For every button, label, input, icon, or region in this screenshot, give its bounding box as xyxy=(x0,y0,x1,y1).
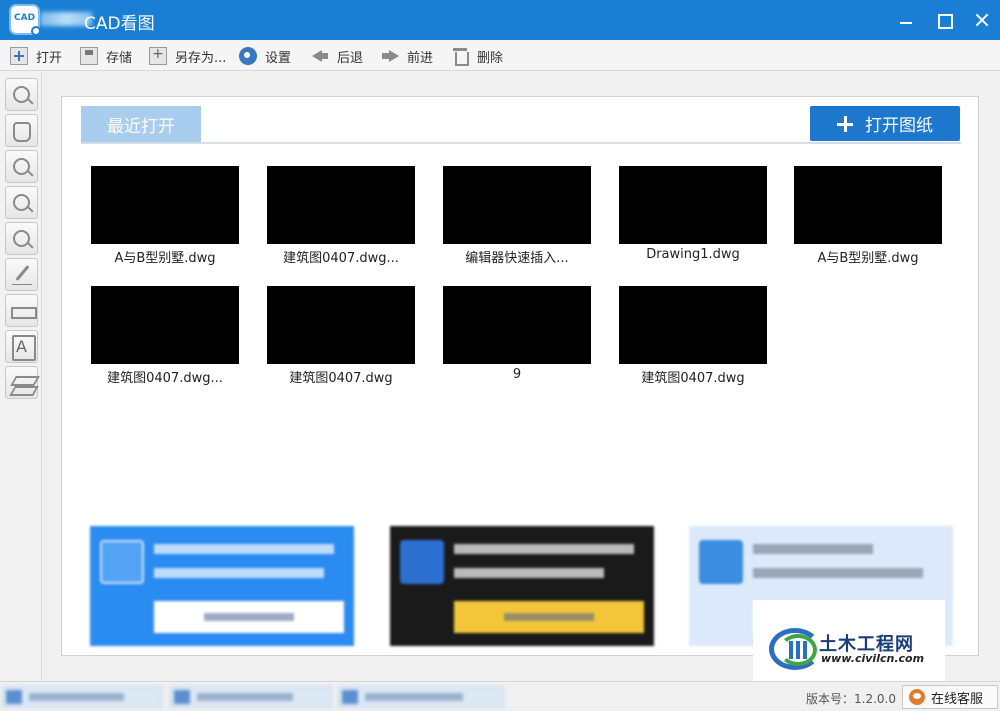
file-thumbnail xyxy=(91,166,239,244)
version-text: 版本号：1.2.0.0 xyxy=(806,692,896,706)
plus-icon xyxy=(837,115,853,132)
promo-button[interactable] xyxy=(454,601,644,633)
file-thumbnail xyxy=(443,286,591,364)
zoom-out-icon[interactable] xyxy=(5,222,38,255)
taskbar-item-blurred[interactable] xyxy=(2,686,162,708)
settings-label: 设置 xyxy=(265,50,292,66)
promo-banner[interactable] xyxy=(390,526,654,646)
recent-file-item[interactable]: A与B型别墅.dwg xyxy=(794,166,944,266)
tool-palette xyxy=(0,72,42,680)
forward-button[interactable]: 前进 xyxy=(381,45,433,67)
save-as-label: 另存为... xyxy=(175,50,227,66)
file-name: 建筑图0407.dwg xyxy=(641,371,745,386)
file-thumbnail xyxy=(794,166,942,244)
promo-button[interactable] xyxy=(154,601,344,633)
trash-icon xyxy=(451,47,469,66)
open-label: 打开 xyxy=(36,50,63,66)
recent-file-item[interactable]: 建筑图0407.dwg xyxy=(267,286,417,386)
minimize-button[interactable] xyxy=(894,8,918,32)
file-thumbnail xyxy=(619,166,767,244)
file-name: A与B型别墅.dwg xyxy=(817,251,919,266)
back-arrow-icon xyxy=(311,47,329,65)
save-as-icon xyxy=(149,46,167,65)
window-title: CAD看图 xyxy=(84,14,155,34)
status-bar: 版本号：1.2.0.0 在线客服 xyxy=(0,681,1000,711)
recent-file-item[interactable]: A与B型别墅.dwg xyxy=(91,166,241,266)
settings-button[interactable]: 设置 xyxy=(239,45,291,67)
open-drawing-label: 打开图纸 xyxy=(865,116,933,136)
taskbar-item-blurred[interactable] xyxy=(170,686,332,708)
file-name: Drawing1.dwg xyxy=(646,247,740,262)
recent-file-item[interactable]: 建筑图0407.dwg... xyxy=(267,166,417,266)
recent-file-item[interactable]: 9 xyxy=(443,286,593,386)
zoom-previous-icon[interactable] xyxy=(5,78,38,111)
maximize-button[interactable] xyxy=(932,8,956,32)
civil-engineering-logo-icon xyxy=(769,628,821,670)
save-button[interactable]: 存储 xyxy=(80,45,132,67)
forward-label: 前进 xyxy=(407,50,434,66)
zoom-window-icon[interactable] xyxy=(5,150,38,183)
tab-recent[interactable]: 最近打开 xyxy=(81,106,201,142)
online-service-label: 在线客服 xyxy=(931,691,984,707)
file-thumbnail xyxy=(443,166,591,244)
taskbar-item-blurred[interactable] xyxy=(338,686,504,708)
file-thumbnail xyxy=(267,166,415,244)
online-service-button[interactable]: 在线客服 xyxy=(902,685,998,709)
text-icon[interactable] xyxy=(5,330,38,363)
recent-file-item[interactable]: 编辑器快速插入... xyxy=(443,166,593,266)
plus-icon xyxy=(10,47,28,65)
pan-hand-icon[interactable] xyxy=(5,114,38,147)
app-logo-icon: CAD xyxy=(9,4,41,36)
save-label: 存储 xyxy=(106,50,133,66)
file-thumbnail xyxy=(91,286,239,364)
back-button[interactable]: 后退 xyxy=(311,45,363,67)
promo-icon xyxy=(699,540,743,584)
customer-service-icon xyxy=(909,689,925,705)
file-name: 9 xyxy=(512,367,522,382)
delete-label: 删除 xyxy=(477,50,504,66)
recent-file-item[interactable]: 建筑图0407.dwg xyxy=(619,286,769,386)
file-name: 建筑图0407.dwg xyxy=(289,371,393,386)
tab-divider xyxy=(81,142,961,144)
title-bar: CAD CAD看图 xyxy=(0,0,1000,40)
file-name: 建筑图0407.dwg... xyxy=(283,251,399,266)
promo-icon xyxy=(400,540,444,584)
promo-banner[interactable] xyxy=(90,526,354,646)
save-as-button[interactable]: 另存为... xyxy=(149,45,226,67)
gear-icon xyxy=(239,47,257,65)
file-thumbnail xyxy=(267,286,415,364)
recent-files-panel: 最近打开 打开图纸 A与B型别墅.dwg 建筑图0407.dwg... 编辑器快… xyxy=(61,96,979,656)
recent-file-item[interactable]: Drawing1.dwg xyxy=(619,166,769,266)
layers-icon[interactable] xyxy=(5,366,38,399)
file-name: A与B型别墅.dwg xyxy=(114,251,216,266)
file-thumbnail xyxy=(619,286,767,364)
promo-icon xyxy=(100,540,144,584)
recent-file-item[interactable]: 建筑图0407.dwg... xyxy=(91,286,241,386)
ruler-icon[interactable] xyxy=(5,294,38,327)
back-label: 后退 xyxy=(337,50,364,66)
open-button[interactable]: 打开 xyxy=(10,45,62,67)
file-name: 编辑器快速插入... xyxy=(465,251,569,266)
watermark-url: www.civilcn.com xyxy=(821,652,925,665)
forward-arrow-icon xyxy=(381,47,399,65)
delete-button[interactable]: 删除 xyxy=(451,45,503,67)
measure-pen-icon[interactable] xyxy=(5,258,38,291)
save-icon xyxy=(80,47,98,65)
toolbar: 打开 存储 另存为... 设置 后退 前进 删除 xyxy=(0,40,1000,71)
close-button[interactable] xyxy=(970,8,994,32)
open-drawing-button[interactable]: 打开图纸 xyxy=(810,106,960,141)
file-name: 建筑图0407.dwg... xyxy=(107,371,223,386)
zoom-in-icon[interactable] xyxy=(5,186,38,219)
